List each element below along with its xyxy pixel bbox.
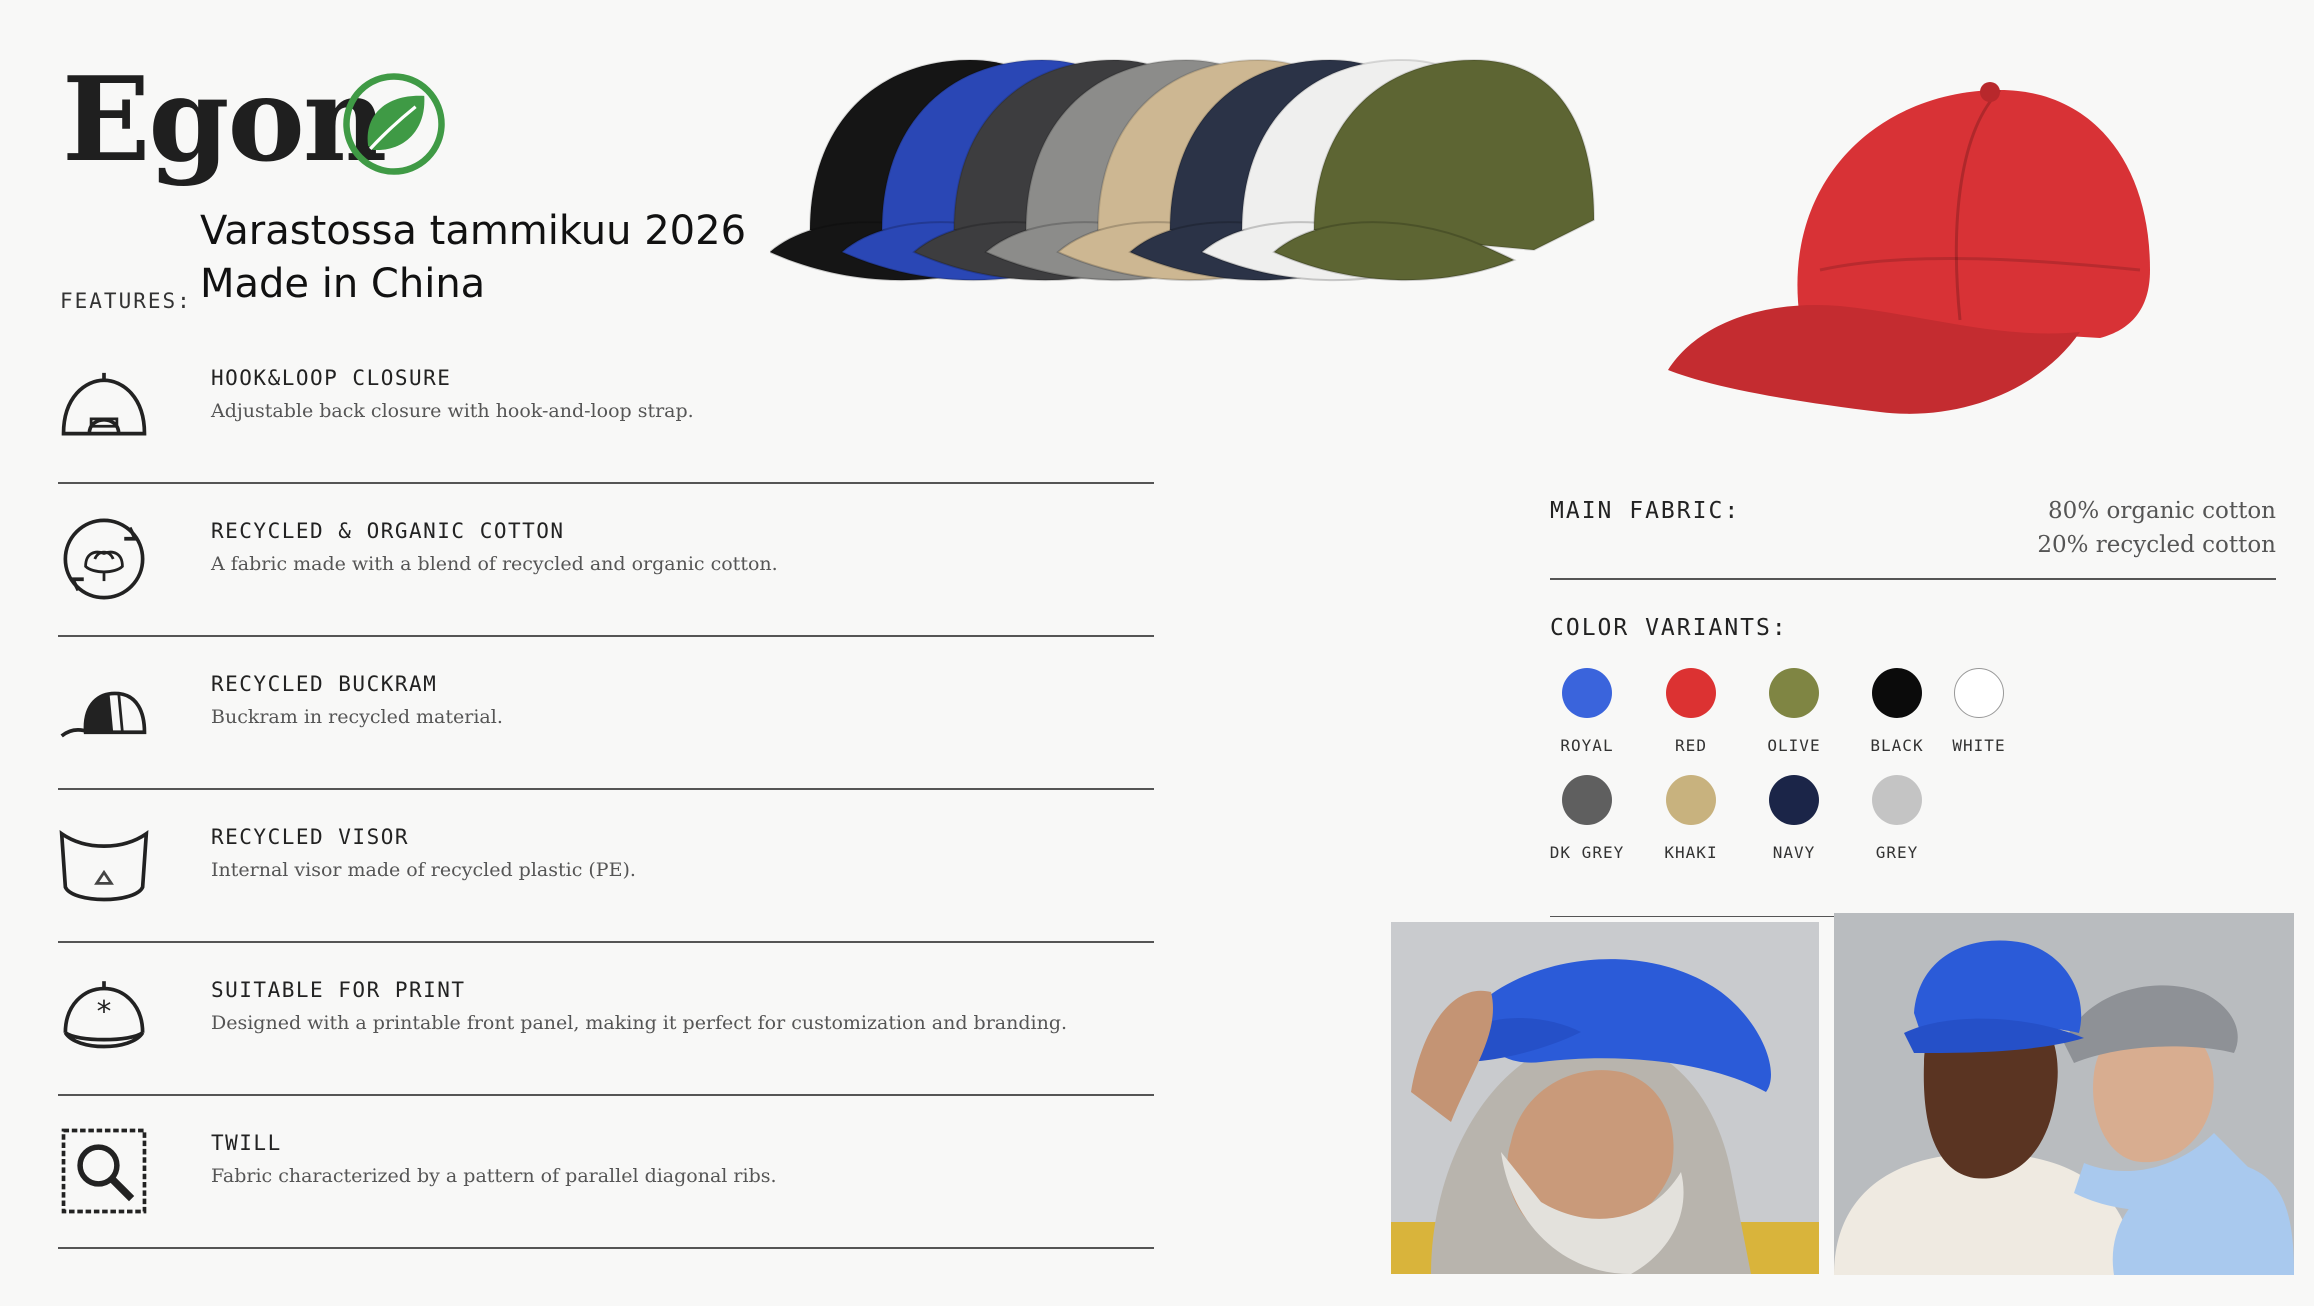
feature-description: Buckram in recycled material. — [211, 706, 503, 728]
color-swatch-label: ROYAL — [1560, 736, 1614, 755]
color-variants-label: COLOR VARIANTS: — [1550, 615, 1788, 641]
feature-title: RECYCLED & ORGANIC COTTON — [211, 519, 565, 543]
main-fabric-label: MAIN FABRIC: — [1550, 498, 1741, 524]
stock-notice: Varastossa tammikuu 2026 — [200, 208, 747, 254]
svg-text:*: * — [97, 995, 112, 1029]
leaf-logo-icon — [343, 73, 445, 175]
fabric-composition-recycled: 20% recycled cotton — [2037, 532, 2276, 558]
color-swatch-olive[interactable] — [1769, 668, 1819, 718]
color-swatch-label: KHAKI — [1664, 843, 1718, 862]
color-swatch-label: RED — [1675, 736, 1707, 755]
cap-back-closure-icon — [61, 372, 147, 436]
color-swatch-label: GREY — [1875, 843, 1919, 862]
feature-title: SUITABLE FOR PRINT — [211, 978, 466, 1002]
color-swatch-label: WHITE — [1952, 736, 2006, 755]
divider — [1550, 916, 1835, 917]
feature-title: TWILL — [211, 1131, 282, 1155]
feature-row: * SUITABLE FOR PRINT Designed with a pri… — [58, 942, 1154, 1096]
model-photo-bearded-man — [1391, 922, 1819, 1274]
color-swatch-label: NAVY — [1772, 843, 1816, 862]
feature-row: TWILL Fabric characterized by a pattern … — [58, 1095, 1154, 1249]
color-swatch-dk-grey[interactable] — [1562, 775, 1612, 825]
color-swatch-white[interactable] — [1954, 668, 2004, 718]
origin-notice: Made in China — [200, 261, 486, 307]
feature-row: RECYCLED BUCKRAM Buckram in recycled mat… — [58, 636, 1154, 790]
feature-row: RECYCLED & ORGANIC COTTON A fabric made … — [58, 483, 1154, 637]
feature-title: RECYCLED VISOR — [211, 825, 410, 849]
color-swatch-black[interactable] — [1872, 668, 1922, 718]
feature-title: RECYCLED BUCKRAM — [211, 672, 438, 696]
feature-title: HOOK&LOOP CLOSURE — [211, 366, 452, 390]
color-swatch-label: DK GREY — [1549, 843, 1625, 862]
visor-recycle-icon — [59, 830, 149, 902]
cap-colors-product-image — [770, 58, 1596, 282]
recycled-cotton-icon — [63, 518, 145, 600]
divider — [1550, 578, 2276, 580]
brand-logo-text: Egon — [62, 52, 387, 188]
fabric-composition-organic: 80% organic cotton — [2048, 498, 2276, 524]
feature-description: Adjustable back closure with hook-and-lo… — [211, 400, 694, 422]
feature-description: Internal visor made of recycled plastic … — [211, 859, 636, 881]
color-swatch-royal[interactable] — [1562, 668, 1612, 718]
color-swatch-label: OLIVE — [1767, 736, 1821, 755]
feature-row: RECYCLED VISOR Internal visor made of re… — [58, 789, 1154, 943]
feature-description: A fabric made with a blend of recycled a… — [211, 553, 778, 575]
color-swatch-red[interactable] — [1666, 668, 1716, 718]
feature-description: Designed with a printable front panel, m… — [211, 1012, 1068, 1034]
cap-side-buckram-icon — [60, 691, 147, 738]
feature-row: HOOK&LOOP CLOSURE Adjustable back closur… — [58, 330, 1154, 484]
red-cap-product-image — [1668, 82, 2150, 414]
color-swatch-grey[interactable] — [1872, 775, 1922, 825]
cap-print-star-icon: * — [63, 981, 145, 1049]
feature-description: Fabric characterized by a pattern of par… — [211, 1165, 777, 1187]
color-swatch-khaki[interactable] — [1666, 775, 1716, 825]
color-swatch-navy[interactable] — [1769, 775, 1819, 825]
features-heading: FEATURES: — [60, 289, 192, 313]
magnifier-stamp-icon — [61, 1128, 147, 1214]
model-photo-couple — [1834, 913, 2294, 1275]
